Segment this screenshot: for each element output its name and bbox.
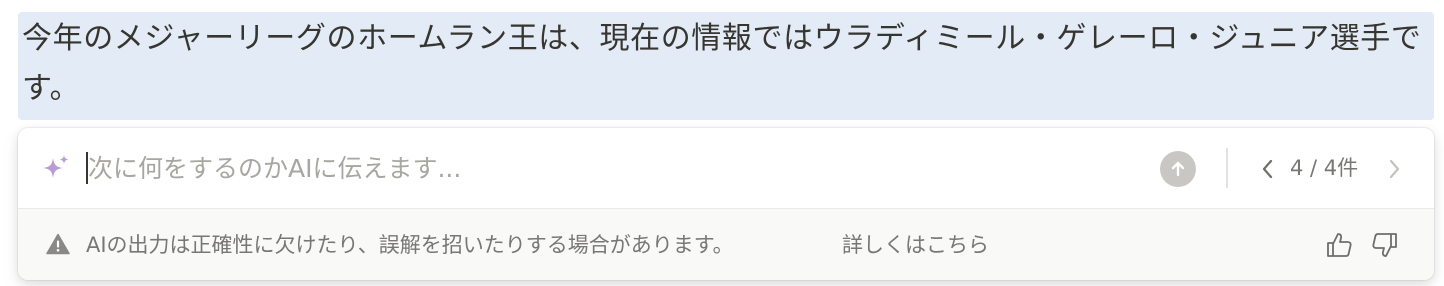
selected-text: 今年のメジャーリーグのホームラン王は、現在の情報ではウラディミール・ゲレーロ・ジ… [22, 21, 1422, 106]
ai-input-row: 4 / 4件 [18, 128, 1434, 208]
sparkle-icon [43, 155, 69, 178]
previous-response-button[interactable] [1254, 154, 1282, 184]
chevron-right-icon [1389, 159, 1400, 179]
ai-prompt-panel: 4 / 4件 AIの出力は正確性に欠けたり、誤解を招いたりする場合があります。 … [18, 128, 1434, 280]
ai-footer: AIの出力は正確性に欠けたり、誤解を招いたりする場合があります。 詳しくはこちら [18, 208, 1434, 280]
chevron-left-icon [1262, 159, 1273, 179]
warning-triangle-icon [46, 233, 70, 255]
ai-prompt-input[interactable] [86, 146, 1146, 190]
vertical-divider [1226, 148, 1228, 188]
send-button[interactable] [1160, 151, 1196, 187]
ai-disclaimer-text: AIの出力は正確性に欠けたり、誤解を招いたりする場合があります。 [86, 233, 734, 257]
thumbs-up-icon[interactable] [1324, 230, 1354, 260]
arrow-up-icon [1171, 161, 1185, 177]
next-response-button[interactable] [1380, 154, 1408, 184]
learn-more-link[interactable]: 詳しくはこちら [842, 228, 989, 262]
thumbs-down-icon[interactable] [1370, 230, 1400, 260]
response-page-counter: 4 / 4件 [1290, 156, 1359, 180]
